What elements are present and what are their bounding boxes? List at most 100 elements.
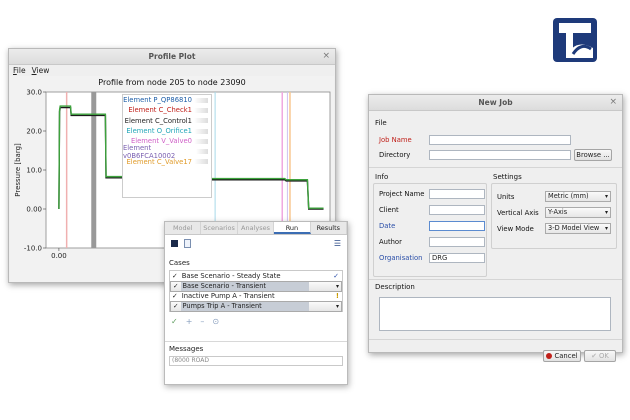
author-input[interactable] xyxy=(429,237,485,247)
legend-entry: Element v0B6FCA10002 xyxy=(123,144,211,160)
case-label: Inactive Pump A - Transient xyxy=(181,292,275,301)
tab-model[interactable]: Model xyxy=(165,222,202,234)
legend-entry: Element O_Orifice1 xyxy=(123,126,211,136)
stop-icon[interactable] xyxy=(171,239,178,247)
settings-section-heading: Settings xyxy=(493,173,522,181)
y-axis-label: Pressure [barg] xyxy=(14,143,22,197)
case-row[interactable]: ✓ Inactive Pump A - Transient! xyxy=(170,292,342,302)
messages-label: Messages xyxy=(169,345,204,353)
legend-label: Element C_Check1 xyxy=(128,106,192,115)
description-textarea[interactable] xyxy=(379,297,611,331)
case-row[interactable]: ✓ Base Scenario - Transient xyxy=(170,280,342,292)
units-select[interactable]: Metric (mm) xyxy=(545,191,611,202)
cancel-button[interactable]: Cancel xyxy=(543,350,581,362)
vertical-axis-select[interactable]: Y-Axis xyxy=(545,207,611,218)
client-label: Client xyxy=(379,206,399,214)
window-title: Profile Plot xyxy=(148,52,196,61)
messages-area: (8000 ROAD xyxy=(169,356,343,366)
remove-icon[interactable]: – xyxy=(200,317,204,326)
organisation-input[interactable]: DRG xyxy=(429,253,485,263)
cases-list: ✓ Base Scenario - Steady State ✓ ✓ Base Scen… xyxy=(169,270,343,312)
menu-view[interactable]: View xyxy=(32,66,50,75)
file-section-heading: File xyxy=(375,119,387,127)
legend-entry: Element C_Control1 xyxy=(123,116,211,126)
legend-label: Element C_Control1 xyxy=(124,116,192,125)
tab-analyses[interactable]: Analyses xyxy=(238,222,275,234)
panel-toolbar: ☰ xyxy=(165,235,347,251)
legend-label: Element C_Valve17 xyxy=(126,157,192,166)
check-icon[interactable]: ✓ xyxy=(171,317,178,326)
client-input[interactable] xyxy=(429,205,485,215)
legend-swatch xyxy=(194,159,208,165)
legend-entry: Element C_Valve17 xyxy=(123,157,211,167)
ok-label: OK xyxy=(599,352,609,360)
date-input[interactable] xyxy=(429,221,485,231)
case-checkbox[interactable]: ✓ xyxy=(172,272,178,280)
legend-label: Element P_QP86810 xyxy=(123,96,192,105)
case-row[interactable]: ✓ Base Scenario - Steady State ✓ xyxy=(170,271,342,281)
view-mode-select[interactable]: 3-D Model View xyxy=(545,223,611,234)
menubar: File View xyxy=(9,65,335,76)
warning-icon: ! xyxy=(335,292,339,301)
job-name-label: Job Name xyxy=(379,136,412,144)
add-icon[interactable]: + xyxy=(186,317,193,326)
case-label: Pumps Trip A - Transient xyxy=(180,302,309,311)
organisation-label: Organisation xyxy=(379,254,423,262)
legend-swatch xyxy=(194,118,208,124)
new-job-dialog: New Job × File Job Name Directory Browse… xyxy=(368,94,623,362)
chart-legend: Element P_QP86810 Element C_Check1 Element… xyxy=(122,94,212,198)
settings-list-icon[interactable]: ☰ xyxy=(334,239,341,248)
company-logo xyxy=(553,18,597,62)
y-tick-label: 20.0 xyxy=(26,128,42,136)
case-row[interactable]: ✓ Pumps Trip A - Transient xyxy=(170,301,342,312)
new-job-titlebar: New Job × xyxy=(369,95,622,111)
view-mode-label: View Mode xyxy=(497,224,534,233)
legend-entry: Element P_QP86810 xyxy=(123,95,211,105)
panel-tabs: Model Scenarios Analyses Run Results xyxy=(165,222,348,235)
directory-input[interactable] xyxy=(429,150,571,160)
tab-scenarios[interactable]: Scenarios xyxy=(201,222,238,234)
y-tick-label: -10.0 xyxy=(24,245,42,253)
job-name-input[interactable] xyxy=(429,135,571,145)
tab-run[interactable]: Run xyxy=(274,222,311,234)
element-marker xyxy=(65,92,68,248)
description-section-heading: Description xyxy=(375,283,415,291)
cancel-label: Cancel xyxy=(554,352,578,360)
menu-file[interactable]: File xyxy=(13,66,26,75)
profile-plot-titlebar: Profile Plot × xyxy=(9,49,335,65)
legend-swatch xyxy=(194,128,208,134)
x-tick-label: 0.00 xyxy=(51,252,67,260)
close-icon[interactable]: × xyxy=(322,51,330,61)
info-section-heading: Info xyxy=(375,173,389,181)
y-tick-label: 10.0 xyxy=(26,167,42,175)
case-checkbox[interactable]: ✓ xyxy=(173,302,179,311)
date-label: Date xyxy=(379,222,396,230)
author-label: Author xyxy=(379,238,402,246)
dialog-title: New Job xyxy=(478,98,513,107)
case-checkbox[interactable]: ✓ xyxy=(172,292,178,300)
ok-button[interactable]: ✔ OK xyxy=(584,350,616,362)
status-icon: ✓ xyxy=(333,271,339,280)
run-panel: Model Scenarios Analyses Run Results ☰ C… xyxy=(164,221,348,385)
browse-button[interactable]: Browse ... xyxy=(574,149,612,161)
project-name-input[interactable] xyxy=(429,189,485,199)
legend-swatch xyxy=(194,107,208,113)
message-text: (8000 ROAD xyxy=(172,357,210,364)
legend-label: Element O_Orifice1 xyxy=(126,127,192,136)
document-icon[interactable] xyxy=(184,238,191,248)
tab-results[interactable]: Results xyxy=(311,222,348,234)
legend-swatch xyxy=(195,149,208,155)
units-label: Units xyxy=(497,192,515,201)
case-checkbox[interactable]: ✓ xyxy=(173,282,179,291)
case-label: Base Scenario - Transient xyxy=(180,281,309,291)
close-icon[interactable]: × xyxy=(609,97,617,107)
y-tick-label: 0.00 xyxy=(26,206,42,214)
legend-swatch xyxy=(194,97,208,103)
cancel-icon xyxy=(546,353,553,359)
case-label: Base Scenario - Steady State xyxy=(181,271,281,280)
cases-label: Cases xyxy=(169,259,190,267)
directory-label: Directory xyxy=(379,151,411,159)
options-icon[interactable]: ⊙ xyxy=(212,317,219,326)
case-tools: ✓ + – ⊙ xyxy=(165,312,347,331)
project-name-label: Project Name xyxy=(379,190,425,198)
